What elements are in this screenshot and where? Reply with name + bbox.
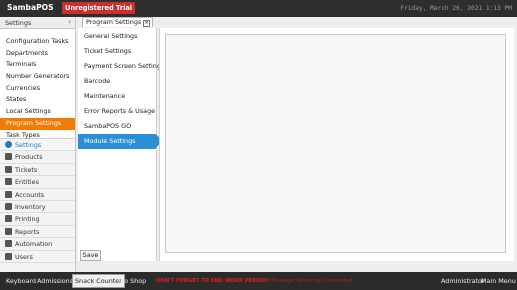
settings-item-sambapos-go[interactable]: SambaPOS GO — [78, 119, 156, 134]
nav-settings[interactable]: Settings — [0, 139, 75, 152]
brand-logo: SambaPOS — [7, 3, 54, 12]
close-icon[interactable]: × — [143, 20, 151, 27]
sidebar: Settings ‹ Configuration Tasks Departmen… — [0, 17, 76, 272]
module-settings-box — [165, 34, 506, 253]
pro-shop-button[interactable]: Pro Shop — [116, 274, 148, 288]
entities-icon — [5, 178, 12, 186]
main-menu-button[interactable]: Main Menu — [479, 274, 517, 288]
settings-item-error-reports[interactable]: Error Reports & Usage — [78, 104, 156, 119]
nav-label: Tickets — [15, 165, 38, 174]
settings-item-general[interactable]: General Settings — [78, 29, 156, 44]
accounts-icon — [5, 190, 12, 198]
message-server-status: Message Server not Connected — [270, 278, 353, 284]
nav-accounts[interactable]: Accounts — [0, 188, 75, 201]
sidebar-item-terminals[interactable]: Terminals — [0, 59, 75, 71]
nav-label: Settings — [15, 141, 42, 149]
tab-program-settings[interactable]: Program Settings × — [82, 17, 154, 27]
inventory-icon — [5, 202, 12, 210]
nav-entities[interactable]: Entities — [0, 176, 75, 189]
sidebar-item-number-generators[interactable]: Number Generators — [0, 71, 75, 83]
settings-item-maintenance[interactable]: Maintenance — [78, 89, 156, 104]
collapse-chevron-icon[interactable]: ‹ — [68, 18, 71, 27]
nav-products[interactable]: Products — [0, 151, 75, 164]
nav-users[interactable]: Users — [0, 250, 75, 263]
reports-icon — [5, 227, 12, 235]
nav-label: Entities — [15, 178, 39, 187]
settings-item-module-settings[interactable]: Module Settings — [78, 134, 162, 149]
program-settings-list: General Settings Ticket Settings Payment… — [78, 28, 164, 261]
save-button[interactable]: Save — [80, 250, 101, 261]
settings-item-barcode[interactable]: Barcode — [78, 74, 156, 89]
admissions-button[interactable]: Admissions — [35, 274, 75, 288]
clock-display: Friday, March 26, 2021 1:13 PM — [400, 5, 512, 12]
tickets-icon — [5, 165, 12, 173]
nav-label: Inventory — [15, 202, 46, 211]
products-icon — [5, 153, 12, 161]
printer-icon — [5, 215, 12, 223]
nav-label: Products — [15, 153, 43, 162]
work-period-warning: DON'T FORGET TO END WORK PERIOD! Message… — [156, 277, 352, 285]
sidebar-title: Settings — [5, 19, 32, 27]
nav-label: Automation — [15, 240, 53, 249]
sidebar-item-configuration-tasks[interactable]: Configuration Tasks — [0, 36, 75, 48]
sidebar-item-local-settings[interactable]: Local Settings — [0, 106, 75, 118]
nav-automation[interactable]: Automation — [0, 238, 75, 251]
sidebar-header: Settings ‹ — [0, 17, 75, 29]
gear-icon — [5, 141, 12, 148]
title-bar: SambaPOS Unregistered Trial Friday, Marc… — [0, 0, 517, 17]
nav-label: Reports — [15, 227, 40, 236]
nav-reports[interactable]: Reports — [0, 225, 75, 239]
nav-label: Users — [15, 252, 33, 261]
settings-item-payment-screen[interactable]: Payment Screen Settings — [78, 59, 164, 74]
nav-printing[interactable]: Printing — [0, 213, 75, 226]
settings-menu: Configuration Tasks Departments Terminal… — [0, 29, 75, 139]
nav-label: Printing — [15, 215, 40, 224]
sidebar-item-program-settings[interactable]: Program Settings — [0, 117, 75, 130]
bottom-bar: Keyboard Admissions Snack Counter Pro Sh… — [0, 272, 517, 290]
automation-icon — [5, 240, 12, 248]
nav-label: Accounts — [15, 190, 45, 199]
trial-badge: Unregistered Trial — [62, 2, 136, 14]
sambapos-window: SambaPOS Unregistered Trial Friday, Marc… — [0, 0, 517, 290]
tab-label: Program Settings — [86, 18, 142, 26]
warning-text: DON'T FORGET TO END WORK PERIOD! — [156, 278, 270, 284]
settings-item-ticket[interactable]: Ticket Settings — [78, 44, 156, 59]
sidebar-item-states[interactable]: States — [0, 94, 75, 106]
users-icon — [5, 252, 12, 260]
sidebar-item-departments[interactable]: Departments — [0, 48, 75, 60]
keyboard-button[interactable]: Keyboard — [4, 274, 38, 288]
nav-inventory[interactable]: Inventory — [0, 200, 75, 214]
sidebar-item-currencies[interactable]: Currencies — [0, 83, 75, 95]
settings-detail-panel — [159, 28, 514, 261]
nav-tickets[interactable]: Tickets — [0, 163, 75, 177]
content-area: Program Settings × General Settings Ticke… — [77, 17, 517, 272]
